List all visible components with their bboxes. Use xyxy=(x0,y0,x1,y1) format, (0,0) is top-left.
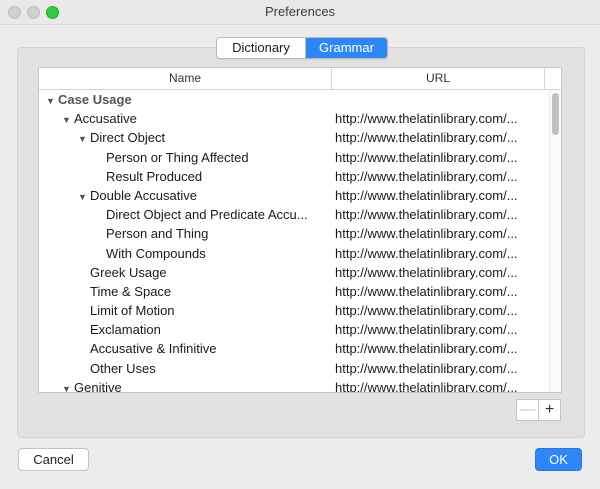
row-url-cell: http://www.thelatinlibrary.com/... xyxy=(335,341,518,357)
table-row[interactable]: Greek Usage http://www.thelatinlibrary.co… xyxy=(39,263,549,282)
row-url-cell: http://www.thelatinlibrary.com/... xyxy=(335,360,518,376)
group-row[interactable]: ▼ Case Usage xyxy=(39,90,549,109)
row-name-cell: ▼ Accusative xyxy=(62,109,329,130)
row-name-label: Other Uses xyxy=(90,360,156,376)
row-name-cell: ▼ Direct Object xyxy=(78,128,329,149)
row-name-label: With Compounds xyxy=(106,245,206,261)
cancel-button[interactable]: Cancel xyxy=(18,448,89,471)
table-row[interactable]: Exclamation http://www.thelatinlibrary.co… xyxy=(39,320,549,339)
table-row[interactable]: Direct Object and Predicate Accu... http:… xyxy=(39,205,549,224)
disclosure-triangle-icon[interactable]: ▼ xyxy=(46,92,56,111)
row-name-label: Accusative & Infinitive xyxy=(90,341,217,357)
column-header-name[interactable]: Name xyxy=(39,68,332,89)
table-row[interactable]: ▼ Genitive http://www.thelatinlibrary.com/… xyxy=(39,378,549,393)
row-url-cell: http://www.thelatinlibrary.com/... xyxy=(335,283,518,299)
row-name-cell: Person and Thing xyxy=(94,224,341,243)
disclosure-triangle-icon[interactable]: ▼ xyxy=(62,380,72,392)
row-name-cell: ▼ Double Accusative xyxy=(78,186,329,207)
row-name-label: Direct Object xyxy=(90,130,166,146)
table-row[interactable]: ▼ Double Accusative http://www.thelatinlib… xyxy=(39,186,549,205)
row-name-cell: Exclamation xyxy=(78,320,341,339)
table-row[interactable]: ▼ Accusative http://www.thelatinlibrary.co… xyxy=(39,109,549,128)
row-name-label: Person and Thing xyxy=(106,226,209,242)
row-name-label: Time & Space xyxy=(90,283,172,299)
table-header: Name URL xyxy=(39,68,561,90)
add-remove-control: — + xyxy=(516,399,561,421)
row-name-label: Double Accusative xyxy=(90,187,197,203)
row-name-cell: Direct Object and Predicate Accu... xyxy=(94,205,341,224)
table-row[interactable]: ▼ Direct Object http://www.thelatinlibrary… xyxy=(39,128,549,147)
row-url-cell: http://www.thelatinlibrary.com/... xyxy=(335,168,518,184)
row-url-cell: http://www.thelatinlibrary.com/... xyxy=(335,149,518,165)
row-url-cell: http://www.thelatinlibrary.com/... xyxy=(335,322,518,338)
row-name-cell: ▼ Case Usage xyxy=(46,90,329,111)
add-button[interactable]: + xyxy=(539,400,560,420)
row-name-cell: Greek Usage xyxy=(78,263,341,282)
scrollbar-thumb[interactable] xyxy=(552,93,559,135)
table-row[interactable]: Other Uses http://www.thelatinlibrary.com… xyxy=(39,359,549,378)
remove-button[interactable]: — xyxy=(517,400,539,420)
title-bar: Preferences xyxy=(0,0,600,25)
row-url-cell: http://www.thelatinlibrary.com/... xyxy=(335,303,518,319)
table-row[interactable]: Time & Space http://www.thelatinlibrary.c… xyxy=(39,282,549,301)
row-name-label: Greek Usage xyxy=(90,264,167,280)
row-name-label: Limit of Motion xyxy=(90,303,175,319)
row-name-label: Direct Object and Predicate Accu... xyxy=(106,207,308,223)
row-name-label: Exclamation xyxy=(90,322,161,338)
column-header-url[interactable]: URL xyxy=(332,68,545,89)
row-name-label: Result Produced xyxy=(106,168,203,184)
disclosure-triangle-icon[interactable]: ▼ xyxy=(78,188,88,207)
row-url-cell: http://www.thelatinlibrary.com/... xyxy=(335,379,518,393)
row-url-cell: http://www.thelatinlibrary.com/... xyxy=(335,111,518,127)
row-name-cell: ▼ Genitive xyxy=(62,378,329,393)
row-name-label: Person or Thing Affected xyxy=(106,149,249,165)
row-url-cell: http://www.thelatinlibrary.com/... xyxy=(335,130,518,146)
row-name-cell: Limit of Motion xyxy=(78,301,341,320)
ok-button[interactable]: OK xyxy=(535,448,582,471)
tab-dictionary[interactable]: Dictionary xyxy=(217,38,306,58)
disclosure-triangle-icon[interactable]: ▼ xyxy=(78,130,88,149)
row-url-cell: http://www.thelatinlibrary.com/... xyxy=(335,207,518,223)
table-row[interactable]: Accusative & Infinitive http://www.thelat… xyxy=(39,339,549,358)
window-title: Preferences xyxy=(264,4,336,19)
row-name-cell: Person or Thing Affected xyxy=(94,148,341,167)
row-name-label: Accusative xyxy=(74,111,137,127)
table-row[interactable]: Person or Thing Affected http://www.thela… xyxy=(39,148,549,167)
row-url-cell: http://www.thelatinlibrary.com/... xyxy=(335,187,518,203)
row-url-cell: http://www.thelatinlibrary.com/... xyxy=(335,245,518,261)
table-row[interactable]: With Compounds http://www.thelatinlibrary… xyxy=(39,244,549,263)
row-name-label: Genitive xyxy=(74,379,122,393)
table-body: ▼ Case Usage ▼ Accusative http://www.thelati… xyxy=(39,90,549,392)
vertical-scrollbar[interactable] xyxy=(549,90,561,392)
row-url-cell: http://www.thelatinlibrary.com/... xyxy=(335,264,518,280)
row-name-cell: Accusative & Infinitive xyxy=(78,339,341,358)
row-url-cell: http://www.thelatinlibrary.com/... xyxy=(335,226,518,242)
table-row[interactable]: Person and Thing http://www.thelatinlibra… xyxy=(39,224,549,243)
grammar-outline-table: Name URL ▼ Case Usage ▼ Accusative http://ww… xyxy=(38,67,562,393)
disclosure-triangle-icon[interactable]: ▼ xyxy=(62,111,72,130)
tab-switcher: Dictionary Grammar xyxy=(216,37,388,59)
row-name-cell: Result Produced xyxy=(94,167,341,186)
row-name-label: Case Usage xyxy=(58,92,132,107)
table-row[interactable]: Limit of Motion http://www.thelatinlibrar… xyxy=(39,301,549,320)
tab-grammar[interactable]: Grammar xyxy=(306,38,387,58)
row-name-cell: With Compounds xyxy=(94,244,341,263)
row-name-cell: Other Uses xyxy=(78,359,341,378)
row-name-cell: Time & Space xyxy=(78,282,341,301)
table-row[interactable]: Result Produced http://www.thelatinlibrar… xyxy=(39,167,549,186)
